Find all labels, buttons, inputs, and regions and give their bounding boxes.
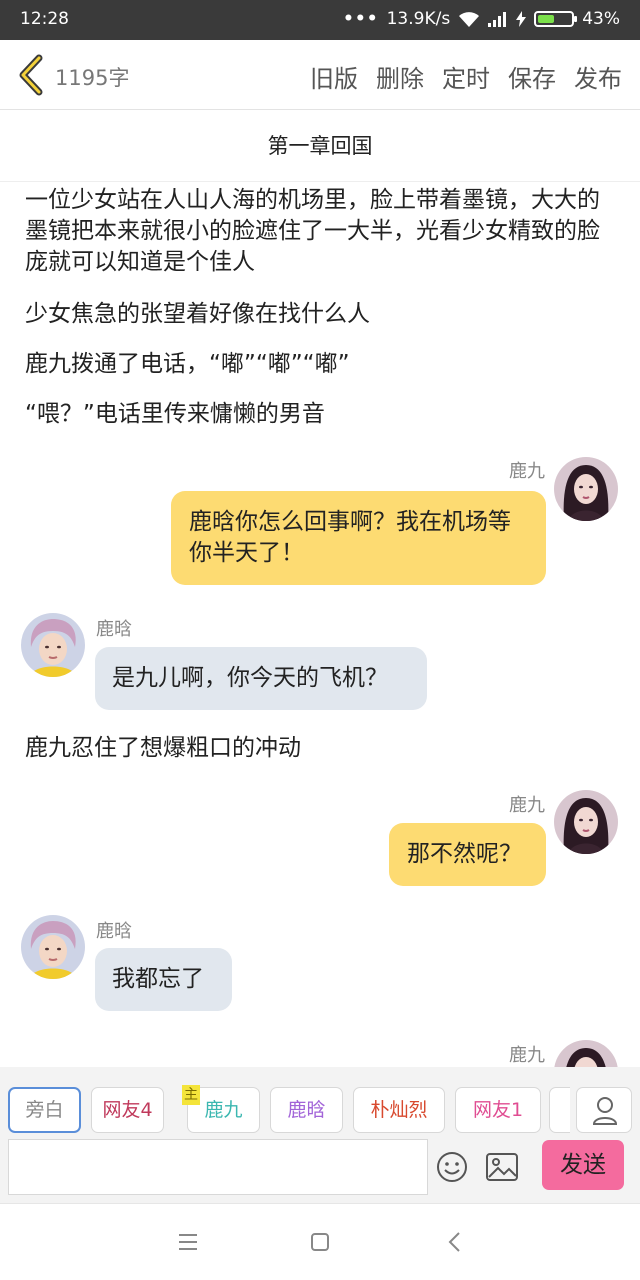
speaker-name: 鹿九 bbox=[509, 1045, 545, 1066]
speaker-name: 鹿九 bbox=[509, 461, 545, 482]
story-content: 一位少女站在人山人海的机场里，脸上带着墨镜，大大的墨镜把本来就很小的脸遮住了一大… bbox=[0, 183, 640, 1067]
avatar-female[interactable] bbox=[554, 790, 618, 854]
narration-text[interactable]: 一位少女站在人山人海的机场里，脸上带着墨镜，大大的墨镜把本来就很小的脸遮住了一大… bbox=[25, 185, 615, 278]
composer: 旁白 网友4 鹿九 鹿晗 朴灿烈 网友1 网 主 发送 bbox=[0, 1067, 640, 1203]
message-input[interactable] bbox=[8, 1139, 428, 1195]
battery-percent: 43% bbox=[582, 9, 620, 29]
wifi-icon bbox=[459, 11, 480, 27]
role-chip-chanyeol[interactable]: 朴灿烈 bbox=[353, 1087, 445, 1133]
user-icon bbox=[592, 1097, 618, 1125]
role-chip-netizen4[interactable]: 网友4 bbox=[91, 1087, 164, 1133]
main-character-tag: 主 bbox=[182, 1085, 200, 1105]
battery-icon bbox=[534, 11, 578, 27]
more-dots-icon: ••• bbox=[343, 9, 379, 29]
publish-button[interactable]: 发布 bbox=[574, 59, 622, 94]
back-icon[interactable] bbox=[447, 1231, 461, 1253]
role-chip-narrator[interactable]: 旁白 bbox=[8, 1087, 81, 1133]
system-nav-bar bbox=[0, 1203, 640, 1280]
message-bubble-left[interactable]: 我都忘了 bbox=[95, 948, 232, 1011]
speaker-name: 鹿晗 bbox=[96, 921, 132, 942]
network-speed: 13.9K/s bbox=[386, 9, 451, 29]
emoji-icon[interactable] bbox=[436, 1151, 468, 1183]
narration-text[interactable]: “喂？”电话里传来慵懒的男音 bbox=[25, 399, 615, 430]
editor-toolbar: 1195字 旧版 删除 定时 保存 发布 bbox=[0, 40, 640, 110]
delete-button[interactable]: 删除 bbox=[376, 59, 424, 94]
speaker-name: 鹿晗 bbox=[96, 619, 132, 640]
battery-level bbox=[538, 15, 554, 23]
message-bubble-left[interactable]: 是九儿啊，你今天的飞机？ bbox=[95, 647, 427, 710]
role-chip-netizen1[interactable]: 网友1 bbox=[455, 1087, 541, 1133]
narration-text[interactable]: 少女焦急的张望着好像在找什么人 bbox=[25, 299, 615, 330]
image-icon[interactable] bbox=[486, 1153, 518, 1181]
charging-icon bbox=[516, 11, 527, 27]
message-bubble-right[interactable]: 鹿晗你怎么回事啊？我在机场等你半天了！ bbox=[171, 491, 546, 585]
old-version-button[interactable]: 旧版 bbox=[310, 59, 358, 94]
narration-text[interactable]: 鹿九拨通了电话，“嘟”“嘟”“嘟” bbox=[25, 349, 615, 380]
role-selector: 旁白 网友4 鹿九 鹿晗 朴灿烈 网友1 网 主 bbox=[0, 1085, 640, 1135]
word-count: 1195字 bbox=[55, 66, 130, 90]
schedule-button[interactable]: 定时 bbox=[442, 59, 490, 94]
menu-icon[interactable] bbox=[177, 1232, 199, 1252]
status-bar: 12:28 ••• 13.9K/s 43% bbox=[0, 0, 640, 40]
role-chip-luhan[interactable]: 鹿晗 bbox=[270, 1087, 343, 1133]
chapter-title[interactable]: 第一章回国 bbox=[0, 110, 640, 182]
send-button[interactable]: 发送 bbox=[542, 1140, 624, 1190]
speaker-name: 鹿九 bbox=[509, 795, 545, 816]
chevron-left-icon[interactable] bbox=[14, 54, 48, 96]
avatar-male[interactable] bbox=[21, 915, 85, 979]
message-bubble-right[interactable]: 那不然呢？ bbox=[389, 823, 546, 886]
avatar-female[interactable] bbox=[554, 1040, 618, 1067]
save-button[interactable]: 保存 bbox=[508, 59, 556, 94]
signal-icon bbox=[488, 12, 507, 27]
avatar-female[interactable] bbox=[554, 457, 618, 521]
avatar-male[interactable] bbox=[21, 613, 85, 677]
toolbar-actions: 旧版 删除 定时 保存 发布 bbox=[310, 59, 622, 94]
home-icon[interactable] bbox=[310, 1232, 330, 1252]
status-indicators: ••• 13.9K/s 43% bbox=[343, 9, 620, 29]
add-role-button[interactable] bbox=[576, 1087, 632, 1133]
status-time: 12:28 bbox=[20, 9, 69, 29]
narration-text[interactable]: 鹿九忍住了想爆粗口的冲动 bbox=[25, 733, 615, 764]
